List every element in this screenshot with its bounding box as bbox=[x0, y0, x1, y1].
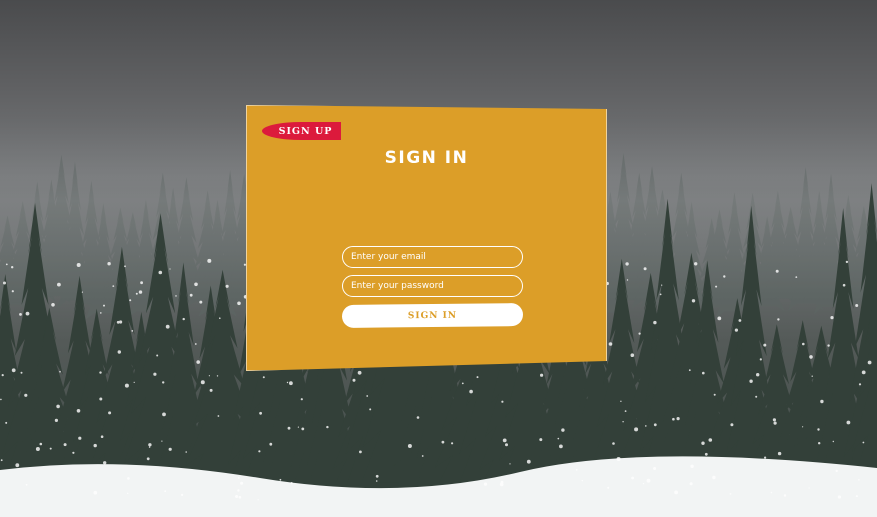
sign-up-tab-label: SIGN UP bbox=[278, 125, 333, 137]
sign-up-tab[interactable]: SIGN UP bbox=[262, 122, 341, 140]
sign-in-title: SIGN IN bbox=[384, 148, 469, 168]
sign-in-card: SIGN UP SIGN IN SIGN IN bbox=[246, 105, 607, 371]
email-input[interactable] bbox=[342, 246, 523, 268]
sign-in-button[interactable]: SIGN IN bbox=[341, 303, 524, 328]
password-input[interactable] bbox=[342, 275, 523, 297]
login-page: SIGN UP SIGN IN SIGN IN bbox=[0, 0, 877, 517]
